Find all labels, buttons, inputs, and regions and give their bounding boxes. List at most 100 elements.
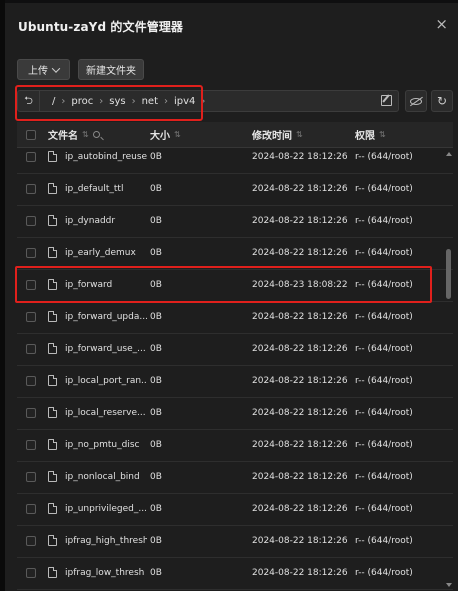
row-checkbox[interactable] [26,280,36,290]
refresh-icon[interactable]: ↻ [431,90,453,112]
row-checkbox[interactable] [26,312,36,322]
table-row[interactable]: ip_early_demux 0B 2024-08-22 18:12:26 r-- (… [17,238,453,270]
row-checkbox[interactable] [26,440,36,450]
file-mtime: 2024-08-23 18:08:22 [252,280,348,290]
table-row[interactable]: ipfrag_high_thresh 0B 2024-08-22 18:12:26 r… [17,526,453,558]
row-checkbox[interactable] [26,408,36,418]
column-perm[interactable]: 权限 ⇅ [355,127,386,142]
back-icon[interactable]: ⮌ [18,91,40,111]
file-name[interactable]: ip_forward [65,280,147,290]
file-permission[interactable]: r-- (644/root) [355,184,413,194]
row-checkbox[interactable] [26,184,36,194]
file-size: 0B [150,280,162,290]
column-mtime[interactable]: 修改时间 ⇅ [252,127,303,142]
breadcrumb-separator: › [164,95,168,107]
table-row[interactable]: ip_autobind_reuse 0B 2024-08-22 18:12:26 r-… [17,142,453,174]
table-row[interactable]: ip_local_reserve... 0B 2024-08-22 18:12:26… [17,398,453,430]
file-name[interactable]: ip_early_demux [65,248,147,258]
file-icon [48,311,57,322]
toggle-hidden-button[interactable] [405,90,427,112]
file-size: 0B [150,216,162,226]
file-icon [48,471,57,482]
file-name[interactable]: ip_local_reserve... [65,408,147,418]
file-permission[interactable]: r-- (644/root) [355,376,413,386]
sort-icon[interactable]: ⇅ [296,130,303,139]
column-size-label: 大小 [150,131,170,142]
sort-icon[interactable]: ⇅ [379,130,386,139]
upload-button[interactable]: 上传 [17,59,70,80]
file-name[interactable]: ip_forward_upda... [65,312,147,322]
file-permission[interactable]: r-- (644/root) [355,440,413,450]
file-name[interactable]: ip_no_pmtu_disc [65,440,147,450]
search-icon[interactable] [92,131,100,138]
breadcrumb-separator: › [61,95,66,107]
column-name[interactable]: 文件名 ⇅ [48,127,100,142]
breadcrumb-root[interactable]: / [50,96,57,107]
row-checkbox[interactable] [26,504,36,514]
file-permission[interactable]: r-- (644/root) [355,472,413,482]
row-checkbox[interactable] [26,344,36,354]
row-checkbox[interactable] [26,536,36,546]
breadcrumb-proc[interactable]: proc [69,96,95,107]
table-row[interactable]: ip_dynaddr 0B 2024-08-22 18:12:26 r-- (644/… [17,206,453,238]
table-row[interactable]: ipfrag_low_thresh 0B 2024-08-22 18:12:26 r-… [17,558,453,590]
file-name[interactable]: ip_default_ttl [65,184,147,194]
file-mtime: 2024-08-22 18:12:26 [252,312,348,322]
file-name[interactable]: ipfrag_low_thresh [65,568,147,578]
file-icon [48,535,57,546]
table-row[interactable]: ip_nonlocal_bind 0B 2024-08-22 18:12:26 r--… [17,462,453,494]
row-checkbox[interactable] [26,248,36,258]
file-permission[interactable]: r-- (644/root) [355,408,413,418]
file-size: 0B [150,568,162,578]
row-checkbox[interactable] [26,568,36,578]
table-row[interactable]: ip_forward 0B 2024-08-23 18:08:22 r-- (644/… [17,270,453,302]
file-permission[interactable]: r-- (644/root) [355,216,413,226]
file-permission[interactable]: r-- (644/root) [355,504,413,514]
file-name[interactable]: ip_forward_use_... [65,344,147,354]
file-list: ip_autobind_reuse 0B 2024-08-22 18:12:26 r-… [17,142,453,591]
close-icon[interactable]: × [435,17,448,32]
file-permission[interactable]: r-- (644/root) [355,536,413,546]
edit-path-icon[interactable] [381,95,392,106]
breadcrumb-sys[interactable]: sys [107,96,127,107]
sort-icon[interactable]: ⇅ [82,130,89,139]
file-mtime: 2024-08-22 18:12:26 [252,536,348,546]
table-row[interactable]: ip_local_port_ran... 0B 2024-08-22 18:12:2… [17,366,453,398]
table-row[interactable]: ip_forward_upda... 0B 2024-08-22 18:12:26 r… [17,302,453,334]
file-permission[interactable]: r-- (644/root) [355,248,413,258]
file-mtime: 2024-08-22 18:12:26 [252,440,348,450]
file-name[interactable]: ip_local_port_ran... [65,376,147,386]
file-permission[interactable]: r-- (644/root) [355,152,413,162]
file-permission[interactable]: r-- (644/root) [355,312,413,322]
column-size[interactable]: 大小 ⇅ [150,127,181,142]
file-permission[interactable]: r-- (644/root) [355,568,413,578]
row-checkbox[interactable] [26,216,36,226]
file-name[interactable]: ip_autobind_reuse [65,152,147,162]
scroll-down-icon[interactable] [446,583,452,587]
breadcrumb-net[interactable]: net [140,96,160,107]
scrollbar-thumb[interactable] [446,249,451,299]
row-checkbox[interactable] [26,472,36,482]
breadcrumb: / › proc › sys › net › ipv4 › [40,96,209,107]
row-checkbox[interactable] [26,152,36,162]
row-checkbox[interactable] [26,376,36,386]
file-name[interactable]: ip_nonlocal_bind [65,472,147,482]
table-row[interactable]: ip_forward_use_... 0B 2024-08-22 18:12:26 r… [17,334,453,366]
new-folder-button[interactable]: 新建文件夹 [78,59,144,80]
file-size: 0B [150,472,162,482]
file-name[interactable]: ipfrag_high_thresh [65,536,147,546]
file-name[interactable]: ip_dynaddr [65,216,147,226]
file-permission[interactable]: r-- (644/root) [355,280,413,290]
file-size: 0B [150,536,162,546]
column-mtime-label: 修改时间 [252,131,292,142]
file-permission[interactable]: r-- (644/root) [355,344,413,354]
dialog-title: Ubuntu-zaYd 的文件管理器 [18,20,184,34]
file-name[interactable]: ip_unprivileged_... [65,504,147,514]
sort-icon[interactable]: ⇅ [174,130,181,139]
select-all-checkbox[interactable] [26,130,36,140]
table-row[interactable]: ip_no_pmtu_disc 0B 2024-08-22 18:12:26 r-- … [17,430,453,462]
breadcrumb-ipv4[interactable]: ipv4 [172,96,197,107]
table-row[interactable]: ip_unprivileged_... 0B 2024-08-22 18:12:26… [17,494,453,526]
scroll-up-icon[interactable] [446,152,452,156]
table-row[interactable]: ip_default_ttl 0B 2024-08-22 18:12:26 r-- (… [17,174,453,206]
